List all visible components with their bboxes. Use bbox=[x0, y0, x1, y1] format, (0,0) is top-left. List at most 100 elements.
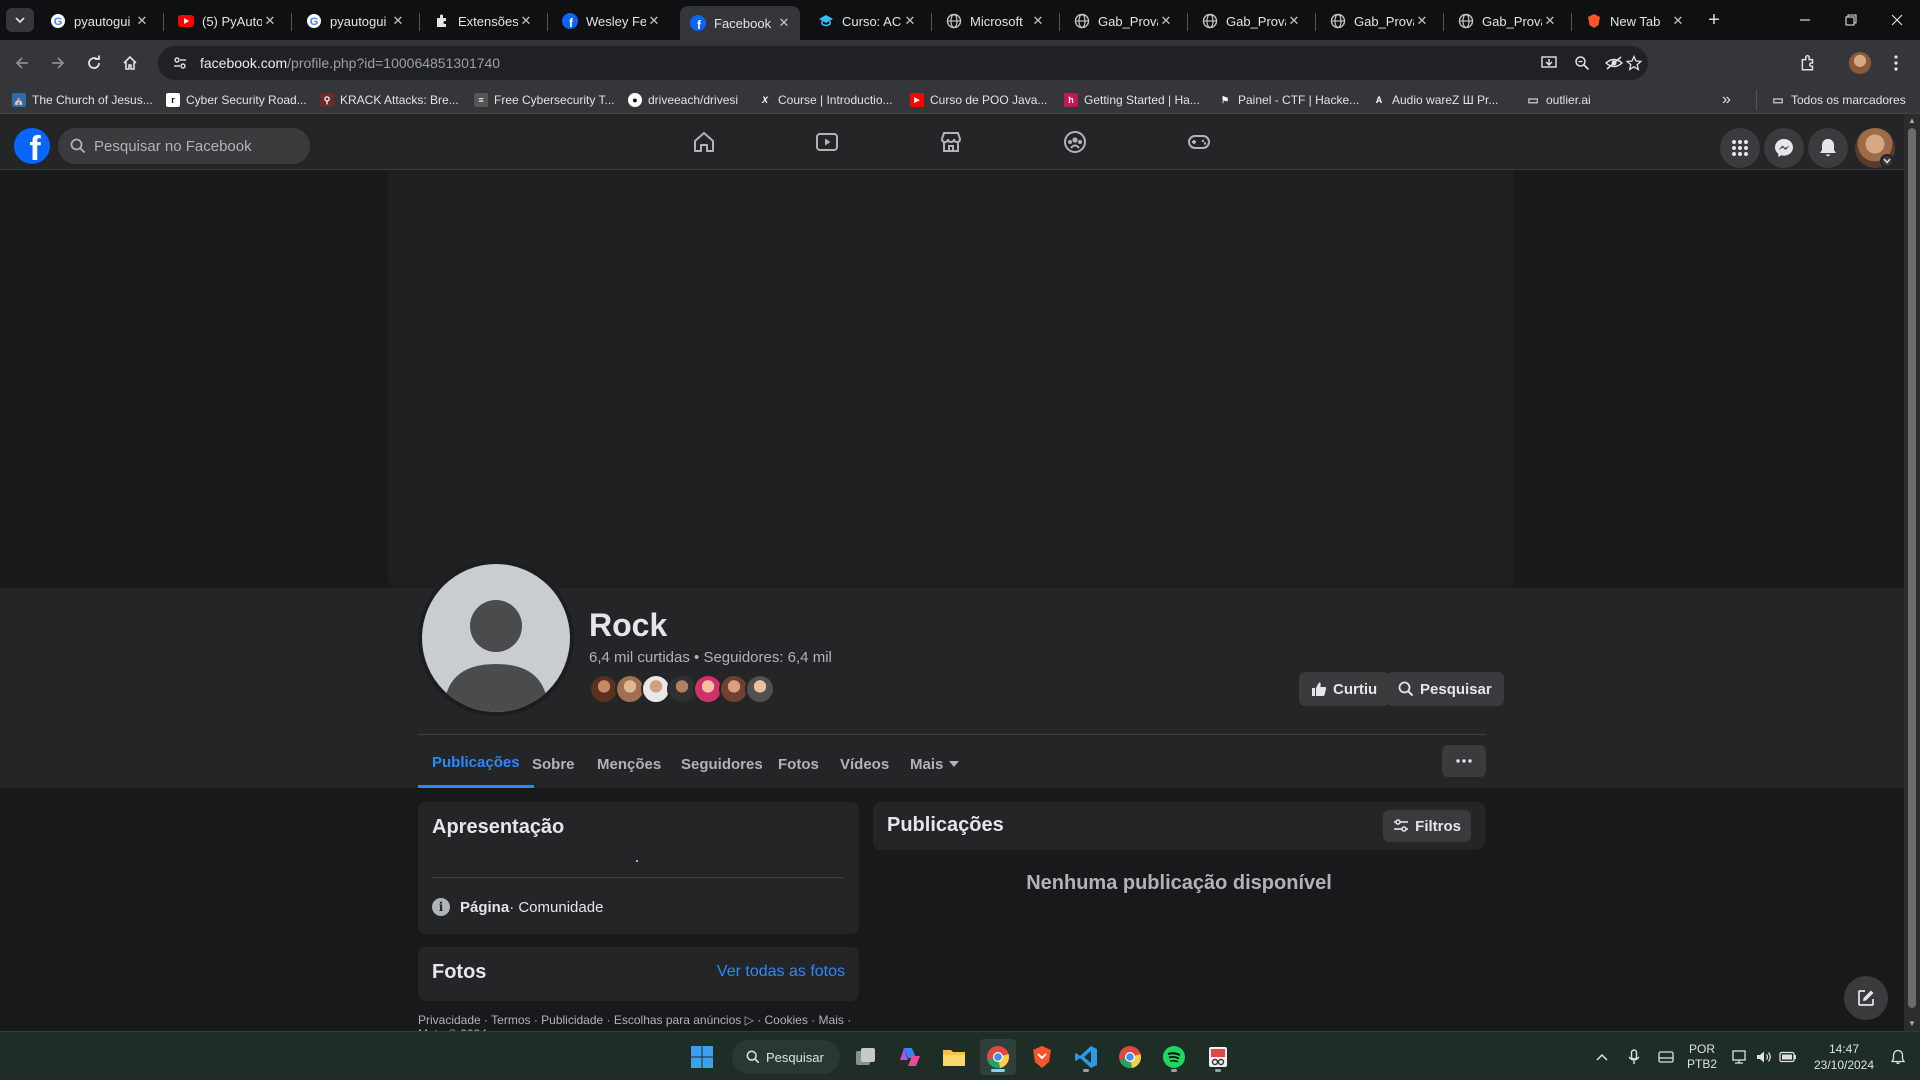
notification-center-button[interactable] bbox=[1884, 1032, 1912, 1080]
close-icon[interactable]: ✕ bbox=[1286, 13, 1302, 29]
close-icon[interactable]: ✕ bbox=[1030, 13, 1046, 29]
messenger-button[interactable] bbox=[1764, 128, 1804, 168]
tab-extensions[interactable]: Extensões ✕ bbox=[424, 6, 542, 36]
close-icon[interactable]: ✕ bbox=[646, 13, 662, 29]
bookmark-item[interactable]: h Getting Started | Ha... bbox=[1064, 90, 1200, 110]
back-button[interactable] bbox=[6, 47, 38, 79]
tab-new-tab[interactable]: New Tab ✕ bbox=[1576, 6, 1694, 36]
tab-wesley[interactable]: f Wesley Fer ✕ bbox=[552, 6, 670, 36]
close-icon[interactable]: ✕ bbox=[902, 13, 918, 29]
bookmark-item[interactable]: r Cyber Security Road... bbox=[166, 90, 307, 110]
drive-button[interactable] bbox=[1654, 1032, 1678, 1080]
bookmark-item[interactable]: ⛪ The Church of Jesus... bbox=[12, 90, 153, 110]
bookmark-item[interactable]: ⚲ KRACK Attacks: Bre... bbox=[320, 90, 459, 110]
taskbar-search[interactable]: Pesquisar bbox=[732, 1040, 840, 1074]
restore-button[interactable] bbox=[1828, 0, 1874, 40]
nav-marketplace[interactable] bbox=[896, 118, 1006, 166]
bookmark-item[interactable]: X Course | Introductio... bbox=[758, 90, 893, 110]
bookmark-star-icon[interactable] bbox=[1620, 46, 1648, 80]
volume-button[interactable] bbox=[1752, 1032, 1776, 1080]
battery-button[interactable] bbox=[1776, 1032, 1800, 1080]
scrollbar-thumb[interactable] bbox=[1908, 128, 1916, 1008]
tab-youtube[interactable]: (5) PyAuto ✕ bbox=[168, 6, 286, 36]
tab-gab-prova-4[interactable]: Gab_Prova ✕ bbox=[1448, 6, 1566, 36]
close-window-button[interactable] bbox=[1874, 0, 1920, 40]
tab-microsoft[interactable]: Microsoft ✕ bbox=[936, 6, 1054, 36]
address-bar[interactable]: facebook.com/profile.php?id=100064851301… bbox=[158, 46, 1648, 80]
bookmark-item[interactable]: A Audio wareZ Ш Pr... bbox=[1372, 90, 1499, 110]
reload-button[interactable] bbox=[78, 47, 110, 79]
bookmark-item[interactable]: ⚑ Painel - CTF | Hacke... bbox=[1218, 90, 1359, 110]
notifications-button[interactable] bbox=[1808, 128, 1848, 168]
new-message-button[interactable] bbox=[1844, 976, 1888, 1020]
close-icon[interactable]: ✕ bbox=[390, 13, 406, 29]
tab-fotos[interactable]: Fotos bbox=[778, 740, 819, 788]
minimize-button[interactable] bbox=[1782, 0, 1828, 40]
tab-seguidores[interactable]: Seguidores bbox=[681, 740, 763, 788]
tab-gab-prova-3[interactable]: Gab_Prova ✕ bbox=[1320, 6, 1438, 36]
snipping-tool-button[interactable] bbox=[1200, 1039, 1236, 1075]
file-explorer-button[interactable] bbox=[936, 1039, 972, 1075]
avatar[interactable] bbox=[745, 674, 775, 704]
tab-pyautogui-1[interactable]: G pyautogui ✕ bbox=[40, 6, 158, 36]
task-view-button[interactable] bbox=[848, 1039, 884, 1075]
liked-button[interactable]: Curtiu bbox=[1299, 672, 1390, 706]
profile-picture[interactable] bbox=[418, 560, 574, 716]
site-settings-icon[interactable] bbox=[166, 55, 194, 71]
clock[interactable]: 14:47 23/10/2024 bbox=[1806, 1032, 1882, 1080]
tab-mais[interactable]: Mais bbox=[910, 740, 960, 788]
close-icon[interactable]: ✕ bbox=[1670, 13, 1686, 29]
zoom-icon[interactable] bbox=[1568, 46, 1596, 80]
new-tab-button[interactable]: + bbox=[1700, 8, 1728, 32]
bookmark-item[interactable]: ● driveeach/drivesi bbox=[628, 90, 738, 110]
close-icon[interactable]: ✕ bbox=[1542, 13, 1558, 29]
scroll-down-arrow-icon[interactable]: ▼ bbox=[1908, 1020, 1916, 1028]
follower-avatars[interactable] bbox=[589, 674, 775, 704]
more-options-button[interactable] bbox=[1442, 745, 1486, 777]
tab-publicacoes[interactable]: Publicações bbox=[418, 740, 534, 788]
close-icon[interactable]: ✕ bbox=[518, 13, 534, 29]
start-button[interactable] bbox=[684, 1039, 720, 1075]
bookmark-item[interactable]: ≡ Free Cybersecurity T... bbox=[474, 90, 614, 110]
tab-gab-prova-1[interactable]: Gab_Prova ✕ bbox=[1064, 6, 1182, 36]
nav-groups[interactable] bbox=[1020, 118, 1130, 166]
show-hidden-icons-button[interactable] bbox=[1590, 1032, 1614, 1080]
language-indicator[interactable]: POR PTB2 bbox=[1684, 1032, 1720, 1080]
tab-gab-prova-2[interactable]: Gab_Prova ✕ bbox=[1192, 6, 1310, 36]
copilot-button[interactable] bbox=[892, 1039, 928, 1075]
nav-video[interactable] bbox=[772, 118, 882, 166]
brave-button[interactable] bbox=[1024, 1039, 1060, 1075]
profile-avatar-button[interactable] bbox=[1844, 47, 1876, 79]
bookmark-folder[interactable]: ▭ outlier.ai bbox=[1526, 90, 1590, 110]
tab-search-button[interactable] bbox=[6, 8, 34, 32]
tab-videos[interactable]: Vídeos bbox=[840, 740, 889, 788]
close-icon[interactable]: ✕ bbox=[262, 13, 278, 29]
search-input[interactable] bbox=[94, 137, 294, 155]
filters-button[interactable]: Filtros bbox=[1383, 810, 1471, 842]
close-icon[interactable]: ✕ bbox=[776, 15, 792, 31]
tab-facebook-active[interactable]: f Facebook ✕ bbox=[680, 6, 800, 40]
close-icon[interactable]: ✕ bbox=[1414, 13, 1430, 29]
tab-sobre[interactable]: Sobre bbox=[532, 740, 575, 788]
home-button[interactable] bbox=[114, 47, 146, 79]
close-icon[interactable]: ✕ bbox=[1158, 13, 1174, 29]
tab-mencoes[interactable]: Menções bbox=[597, 740, 661, 788]
tab-curso[interactable]: Curso: ACI ✕ bbox=[808, 6, 926, 36]
more-bookmarks-button[interactable]: » bbox=[1722, 90, 1731, 110]
menu-button[interactable] bbox=[1720, 128, 1760, 168]
tab-pyautogui-2[interactable]: G pyautogui ✕ bbox=[296, 6, 414, 36]
facebook-search[interactable] bbox=[58, 128, 310, 164]
install-app-icon[interactable] bbox=[1536, 46, 1564, 80]
chrome-button[interactable] bbox=[980, 1039, 1016, 1075]
chrome-profile-button[interactable] bbox=[1112, 1039, 1148, 1075]
nav-gaming[interactable] bbox=[1144, 118, 1254, 166]
vscode-button[interactable] bbox=[1068, 1039, 1104, 1075]
close-icon[interactable]: ✕ bbox=[134, 13, 150, 29]
facebook-logo[interactable]: f bbox=[14, 128, 50, 164]
extensions-button[interactable] bbox=[1792, 47, 1824, 79]
nav-home[interactable] bbox=[649, 118, 759, 166]
cover-photo[interactable] bbox=[388, 170, 1514, 588]
microphone-button[interactable] bbox=[1622, 1032, 1646, 1080]
page-scrollbar[interactable]: ▲ ▼ bbox=[1904, 114, 1920, 1031]
facebook-footer-links[interactable]: Privacidade · Termos · Publicidade · Esc… bbox=[418, 1013, 859, 1031]
